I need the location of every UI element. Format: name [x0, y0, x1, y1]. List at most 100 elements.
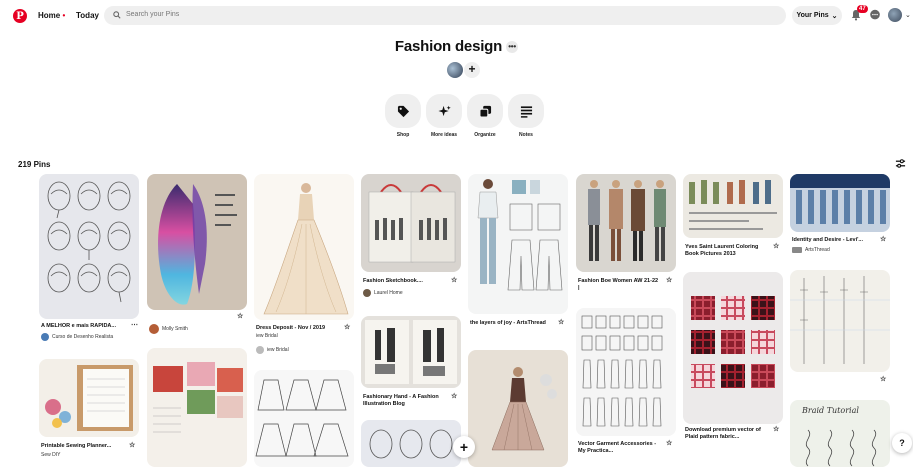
- pin-title[interactable]: Yves Saint Laurent Coloring Book Picture…: [685, 244, 769, 258]
- pin-image-layers-of-joy[interactable]: [468, 174, 568, 314]
- pin-image-identity-desire[interactable]: [790, 174, 890, 232]
- pin-title[interactable]: Printable Sewing Planner...: [41, 443, 129, 450]
- pin-more-icon[interactable]: ☆: [558, 318, 564, 326]
- shop-action[interactable]: Shop: [385, 94, 421, 138]
- pin-card[interactable]: [361, 420, 461, 467]
- source-name: ArtsThread: [805, 247, 830, 253]
- pin-card[interactable]: Fashion Boe Women AW 21-22 | ☆: [576, 174, 676, 296]
- pinterest-logo[interactable]: P: [13, 9, 27, 23]
- search-input[interactable]: Search your Pins: [104, 6, 786, 25]
- pin-more-icon[interactable]: ☆: [129, 441, 135, 449]
- pin-title[interactable]: Fashion Sketchbook....: [363, 278, 449, 285]
- pin-title[interactable]: Dress Deposit - Nov / 2019: [256, 325, 342, 332]
- pin-more-icon[interactable]: ☆: [237, 312, 243, 320]
- pin-image-fabric-swatches[interactable]: [147, 348, 247, 467]
- pin-more-icon[interactable]: ☆: [666, 439, 672, 447]
- add-pin-button[interactable]: +: [453, 436, 475, 458]
- more-ideas-label: More ideas: [430, 132, 458, 138]
- account-chevron-icon[interactable]: ⌄: [905, 11, 911, 19]
- pin-image-hair-sketches-2[interactable]: [361, 420, 461, 467]
- pin-more-icon[interactable]: ☆: [666, 276, 672, 284]
- source-avatar: [256, 346, 264, 354]
- pin-card[interactable]: [254, 370, 354, 467]
- nav-today[interactable]: Today: [76, 11, 99, 20]
- pin-source[interactable]: Sew DIY: [41, 452, 60, 458]
- pin-title[interactable]: Fashionary Hand - A Fashion Illustration…: [363, 394, 443, 408]
- shop-button[interactable]: [385, 94, 421, 128]
- pin-more-icon[interactable]: ☆: [773, 242, 779, 250]
- pin-title[interactable]: the layers of joy - ArtsThread: [470, 320, 550, 327]
- pin-more-icon[interactable]: ☆: [880, 235, 886, 243]
- pin-image-garment-accessories[interactable]: [576, 308, 676, 436]
- fabric-swatch-illustration: [153, 362, 243, 433]
- pin-source[interactable]: iew Bridal: [256, 346, 289, 354]
- pin-more-icon[interactable]: ☆: [773, 425, 779, 433]
- pin-image-boe-women[interactable]: [576, 174, 676, 272]
- organize-button[interactable]: [467, 94, 503, 128]
- pin-title[interactable]: Identity and Desire - Levi'...: [792, 237, 876, 244]
- pin-image-hair-color[interactable]: [147, 174, 247, 310]
- pin-source[interactable]: Laurel Home: [363, 289, 403, 297]
- pin-card[interactable]: the layers of joy - ArtsThread ☆: [468, 174, 568, 344]
- pin-card[interactable]: Identity and Desire - Levi'... ☆ ArtsThr…: [790, 174, 890, 262]
- pin-image-tote-bags[interactable]: [361, 174, 461, 272]
- pin-title[interactable]: A MELHOR e mais RÁPIDA...: [41, 323, 129, 330]
- help-button[interactable]: ?: [892, 433, 912, 453]
- nav-home[interactable]: Home •: [38, 11, 65, 20]
- pin-card[interactable]: Fashion Sketchbook.... ☆ Laurel Home: [361, 174, 461, 304]
- notes-icon: [520, 105, 532, 118]
- pin-more-icon[interactable]: ⋯: [131, 321, 138, 329]
- source-avatar: [41, 333, 49, 341]
- pin-image-croquis-sketches[interactable]: [790, 270, 890, 372]
- pin-title[interactable]: Fashion Boe Women AW 21-22 |: [578, 278, 660, 292]
- pin-card[interactable]: iew Bridal: [254, 346, 354, 366]
- plaid-swatches-illustration: [691, 296, 775, 388]
- pin-title[interactable]: Vector Garment Accessories - My Practica…: [578, 441, 662, 455]
- more-ideas-button[interactable]: [426, 94, 462, 128]
- pin-image-sewing-planner[interactable]: [39, 359, 139, 437]
- pin-more-icon[interactable]: ☆: [451, 392, 457, 400]
- pin-source[interactable]: ArtsThread: [792, 247, 830, 253]
- organize-action[interactable]: Organize: [467, 94, 503, 138]
- pin-image-ysl-coloring[interactable]: [683, 174, 783, 238]
- collaborator-avatar[interactable]: [447, 62, 463, 78]
- pin-source[interactable]: Curso de Desenho Realista: [41, 333, 113, 341]
- pin-image-hair-sketches[interactable]: [39, 174, 139, 319]
- pin-image-braid-tutorial[interactable]: Braid Tutorial: [790, 400, 890, 467]
- pin-card[interactable]: [468, 350, 568, 467]
- your-pins-dropdown[interactable]: Your Pins ⌄: [792, 6, 842, 25]
- pin-card[interactable]: Fashionary Hand - A Fashion Illustration…: [361, 316, 461, 412]
- pin-image-plaid-fabric[interactable]: [683, 272, 783, 424]
- filter-icon[interactable]: [895, 158, 906, 169]
- pin-more-icon[interactable]: ☆: [880, 375, 886, 383]
- board-more-icon[interactable]: •••: [506, 41, 519, 54]
- pin-source[interactable]: iew Bridal: [256, 333, 278, 339]
- pin-card[interactable]: Vector Garment Accessories - My Practica…: [576, 308, 676, 467]
- pin-card[interactable]: ☆ Molly Smith: [147, 174, 247, 344]
- add-collaborator-button[interactable]: +: [464, 62, 480, 78]
- pin-card[interactable]: Download premium vector of Plaid pattern…: [683, 272, 783, 447]
- pin-card[interactable]: Dress Deposit - Nov / 2019 ☆ iew Bridal: [254, 174, 354, 364]
- notes-action[interactable]: Notes: [508, 94, 544, 138]
- notes-button[interactable]: [508, 94, 544, 128]
- pin-card[interactable]: [147, 348, 247, 467]
- pin-card[interactable]: ☆: [790, 270, 890, 388]
- pin-card[interactable]: Printable Sewing Planner... ☆ Sew DIY: [39, 359, 139, 467]
- pin-image-dress-illustration[interactable]: [468, 350, 568, 467]
- pin-more-icon[interactable]: ☆: [344, 323, 350, 331]
- pin-image-skirt-sketches[interactable]: [254, 370, 354, 467]
- ysl-coloring-illustration: [689, 180, 777, 230]
- pin-more-icon[interactable]: ☆: [451, 276, 457, 284]
- pin-card[interactable]: Yves Saint Laurent Coloring Book Picture…: [683, 174, 783, 266]
- pin-card[interactable]: Braid Tutorial: [790, 400, 890, 467]
- messages-icon[interactable]: [869, 9, 881, 21]
- pin-card[interactable]: A MELHOR e mais RÁPIDA... ⋯ Curso de Des…: [39, 174, 139, 344]
- search-icon: [113, 11, 121, 19]
- pin-image-fashionary[interactable]: [361, 316, 461, 388]
- source-name: Sew DIY: [41, 452, 61, 458]
- user-avatar[interactable]: [888, 8, 902, 22]
- pin-source[interactable]: Molly Smith: [149, 324, 188, 334]
- pin-image-wedding-dress[interactable]: [254, 174, 354, 320]
- pin-title[interactable]: Download premium vector of Plaid pattern…: [685, 427, 769, 441]
- more-ideas-action[interactable]: More ideas: [426, 94, 462, 138]
